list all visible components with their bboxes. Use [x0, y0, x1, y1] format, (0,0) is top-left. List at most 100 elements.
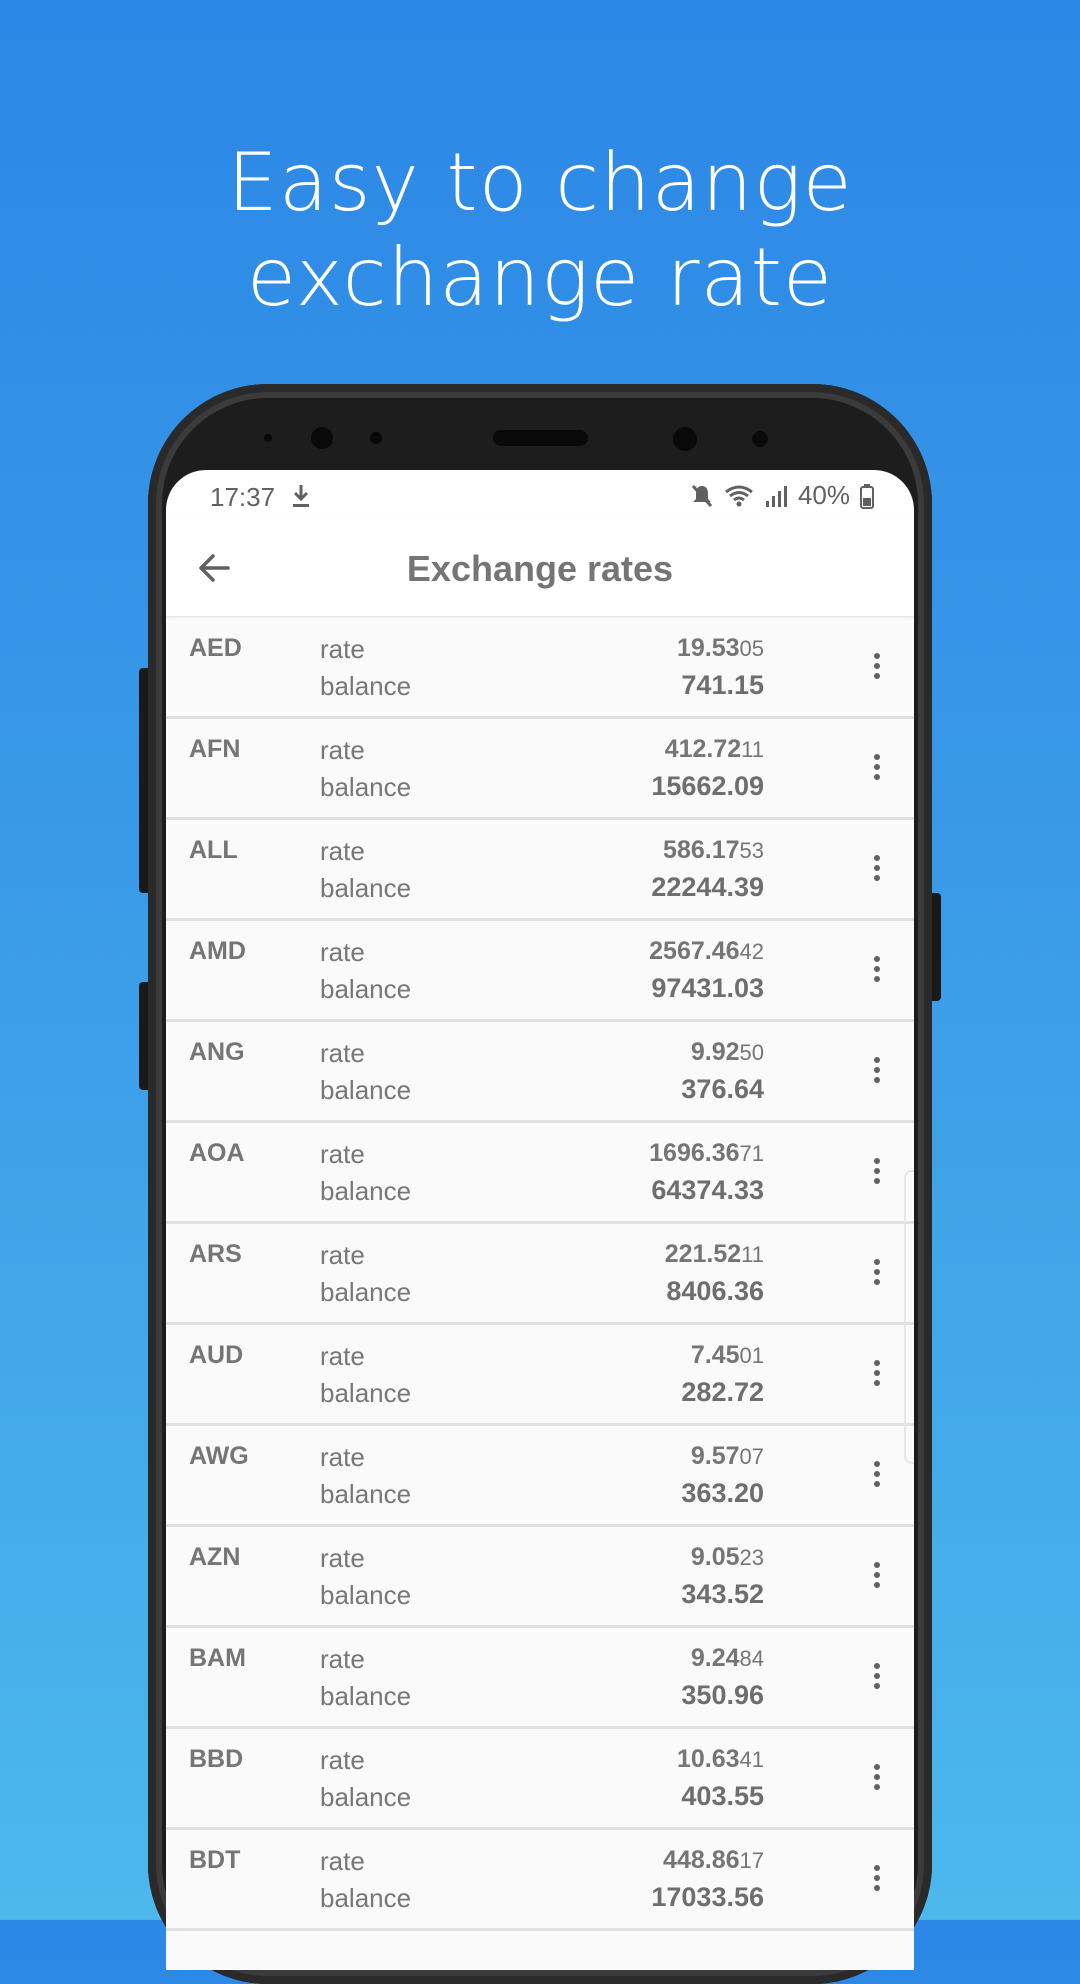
rate-value-main: 586.17 — [663, 836, 740, 864]
rates-list: AED rate balance 19.5305 741.15 AFN rate… — [166, 618, 914, 1970]
currency-code: AZN — [189, 1543, 241, 1571]
rate-label: rate — [320, 1240, 365, 1270]
currency-row[interactable]: ANG rate balance 9.9250 376.64 — [166, 1022, 914, 1123]
more-vertical-icon[interactable] — [873, 1663, 881, 1689]
rate-value: 9.0523 — [691, 1543, 764, 1572]
currency-row[interactable]: AUD rate balance 7.4501 282.72 — [166, 1325, 914, 1426]
currency-code: ARS — [189, 1240, 242, 1268]
more-vertical-icon[interactable] — [873, 1865, 881, 1891]
rate-value-extra-digits: 42 — [739, 939, 764, 964]
phone-earpiece — [493, 430, 588, 446]
currency-row[interactable] — [166, 1931, 914, 1970]
balance-value: 64374.33 — [651, 1175, 764, 1205]
currency-row[interactable]: AED rate balance 19.5305 741.15 — [166, 618, 914, 719]
currency-row[interactable]: AZN rate balance 9.0523 343.52 — [166, 1527, 914, 1628]
currency-code: AFN — [189, 735, 241, 763]
rate-label: rate — [320, 836, 365, 866]
rate-label: rate — [320, 1745, 365, 1775]
battery-icon — [860, 483, 874, 509]
balance-label: balance — [320, 1277, 412, 1307]
rate-value-extra-digits: 23 — [739, 1545, 764, 1570]
rate-value: 412.7211 — [665, 735, 764, 764]
currency-row[interactable]: BDT rate balance 448.8617 17033.56 — [166, 1830, 914, 1931]
promo-headline-line-2: exchange rate — [246, 231, 834, 324]
more-vertical-icon[interactable] — [873, 1057, 881, 1083]
rate-value-main: 9.24 — [690, 1644, 740, 1672]
more-vertical-icon[interactable] — [873, 1562, 881, 1588]
rate-value-main: 19.53 — [676, 634, 740, 662]
rate-label: rate — [320, 1341, 365, 1371]
phone-sensor — [370, 432, 382, 444]
balance-value: 17033.56 — [651, 1882, 764, 1912]
currency-row[interactable]: AMD rate balance 2567.4642 97431.03 — [166, 921, 914, 1022]
currency-code: AMD — [189, 937, 246, 965]
rate-value-extra-digits: 53 — [739, 838, 764, 863]
balance-value: 8406.36 — [666, 1276, 764, 1306]
rate-value: 9.9250 — [691, 1038, 764, 1067]
phone-sensor — [673, 427, 697, 451]
currency-row[interactable]: AFN rate balance 412.7211 15662.09 — [166, 719, 914, 820]
rate-value: 1696.3671 — [649, 1139, 764, 1168]
currency-row[interactable]: ARS rate balance 221.5211 8406.36 — [166, 1224, 914, 1325]
more-vertical-icon[interactable] — [873, 653, 881, 679]
rate-value: 10.6341 — [677, 1745, 764, 1774]
rate-value-main: 9.92 — [690, 1038, 740, 1066]
balance-label: balance — [320, 1378, 412, 1408]
app-bar: Exchange rates — [166, 520, 914, 616]
balance-value: 15662.09 — [651, 771, 764, 801]
currency-row[interactable]: AWG rate balance 9.5707 363.20 — [166, 1426, 914, 1527]
more-vertical-icon[interactable] — [873, 1360, 881, 1386]
rate-value: 586.1753 — [663, 836, 764, 865]
rate-label: rate — [320, 634, 365, 664]
balance-label: balance — [320, 873, 412, 903]
rate-value-main: 10.63 — [676, 1745, 740, 1773]
balance-value: 97431.03 — [651, 973, 764, 1003]
rate-value-main: 9.05 — [690, 1543, 740, 1571]
currency-row[interactable]: BAM rate balance 9.2484 350.96 — [166, 1628, 914, 1729]
rate-label: rate — [320, 1442, 365, 1472]
more-vertical-icon[interactable] — [873, 855, 881, 881]
balance-value: 376.64 — [681, 1074, 764, 1104]
balance-label: balance — [320, 1681, 412, 1711]
rate-value-extra-digits: 07 — [739, 1444, 764, 1469]
currency-code: BDT — [189, 1846, 241, 1874]
more-vertical-icon[interactable] — [873, 1461, 881, 1487]
wifi-icon — [725, 485, 753, 506]
more-vertical-icon[interactable] — [873, 754, 881, 780]
rate-value: 2567.4642 — [649, 937, 764, 966]
currency-row[interactable]: BBD rate balance 10.6341 403.55 — [166, 1729, 914, 1830]
balance-value: 741.15 — [681, 670, 764, 700]
balance-label: balance — [320, 974, 412, 1004]
download-icon — [293, 485, 309, 507]
rate-value-main: 7.45 — [690, 1341, 740, 1369]
currency-code: BAM — [189, 1644, 246, 1672]
phone-screen: 17:37 40% Exchange rates AED rate balanc… — [166, 470, 914, 1970]
more-vertical-icon[interactable] — [873, 1764, 881, 1790]
rate-value-extra-digits: 01 — [739, 1343, 764, 1368]
currency-row[interactable]: ALL rate balance 586.1753 22244.39 — [166, 820, 914, 921]
balance-value: 403.55 — [681, 1781, 764, 1811]
phone-front-camera — [311, 427, 333, 449]
phone-sensor — [264, 434, 272, 442]
rate-value-extra-digits: 11 — [741, 1242, 764, 1267]
promo-headline: Easy to change exchange rate — [0, 135, 1080, 325]
more-vertical-icon[interactable] — [873, 1259, 881, 1285]
more-vertical-icon[interactable] — [873, 956, 881, 982]
rate-value: 19.5305 — [677, 634, 764, 663]
currency-code: AOA — [189, 1139, 245, 1167]
status-bar: 17:37 40% — [166, 470, 914, 520]
phone-sensor — [752, 431, 768, 447]
currency-row[interactable]: AOA rate balance 1696.3671 64374.33 — [166, 1123, 914, 1224]
rate-value-main: 412.72 — [664, 735, 742, 763]
rate-value-extra-digits: 17 — [739, 1848, 764, 1873]
balance-label: balance — [320, 1782, 412, 1812]
currency-code: AED — [189, 634, 242, 662]
mute-icon — [691, 484, 713, 507]
promo-headline-line-1: Easy to change — [227, 136, 853, 229]
balance-label: balance — [320, 772, 412, 802]
rate-label: rate — [320, 1846, 365, 1876]
balance-label: balance — [320, 1176, 412, 1206]
rate-value: 9.2484 — [691, 1644, 764, 1673]
balance-value: 343.52 — [681, 1579, 764, 1609]
more-vertical-icon[interactable] — [873, 1158, 881, 1184]
